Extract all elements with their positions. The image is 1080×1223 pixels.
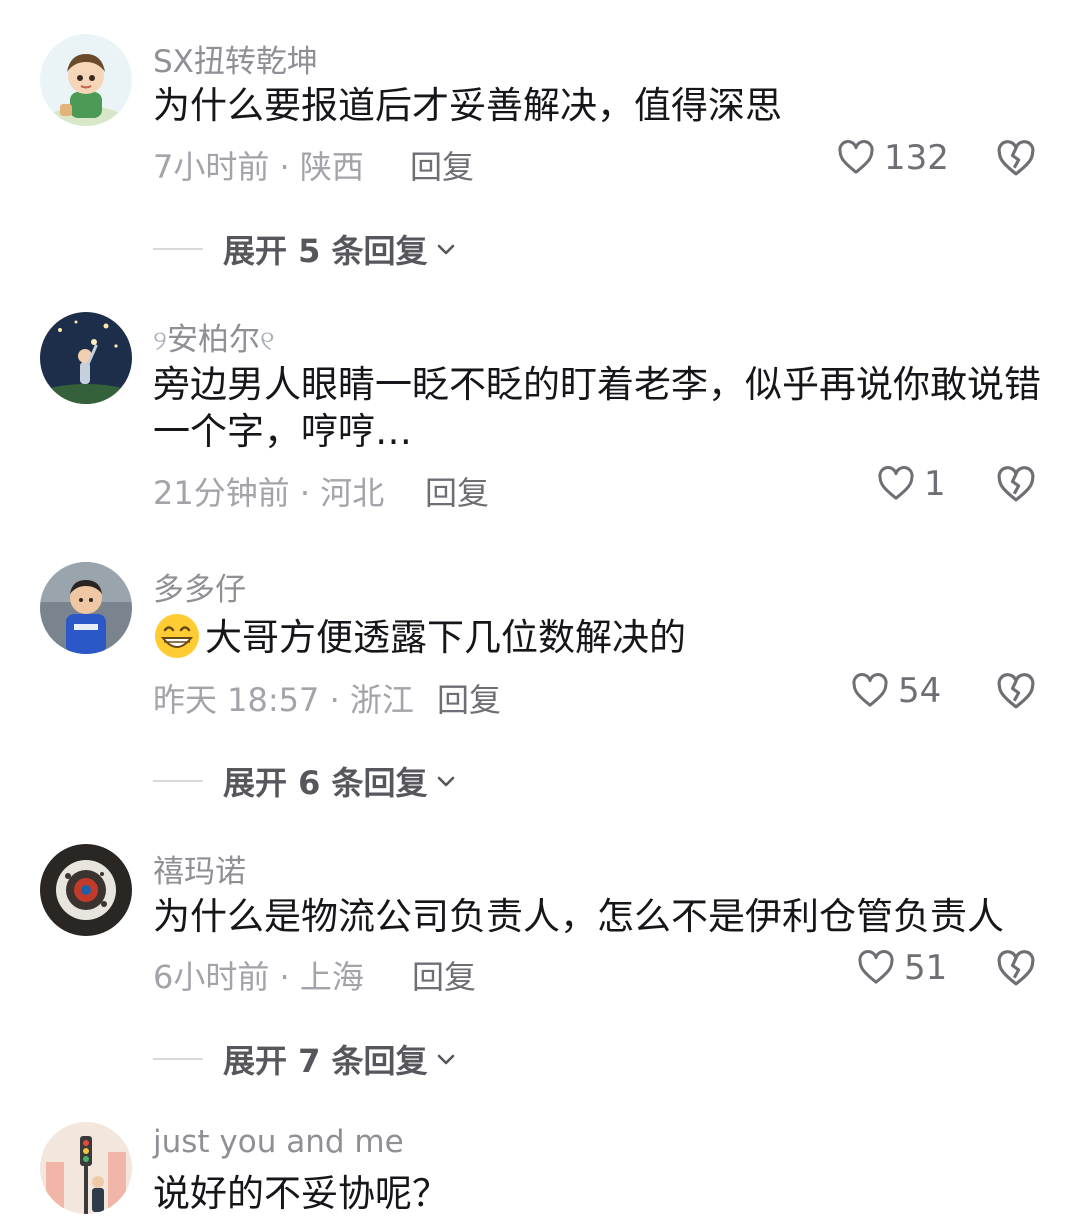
dislike-button[interactable] [995,671,1037,713]
comment-text: 旁边男人眼睛一眨不眨的盯着老李，似乎再说你敢说错一个字，哼哼… [153,363,1041,453]
expand-replies-button[interactable]: 展开 6 条回复 [153,758,458,804]
broken-heart-icon [997,140,1035,176]
like-count: 54 [898,671,942,711]
broken-heart-icon [997,466,1035,502]
comment-username[interactable]: ୨安柏尔୧ [153,314,275,359]
heart-outline-icon [878,466,914,500]
heart-outline-icon [838,140,874,174]
reply-button[interactable]: 回复 [425,468,489,514]
swirl-decoration-icon: ୨ [153,324,167,357]
expand-replies-button[interactable]: 展开 5 条回复 [153,226,458,272]
reply-button[interactable]: 回复 [437,675,501,721]
comment-text-body: 大哥方便透露下几位数解决的 [205,616,686,659]
avatar[interactable] [40,562,132,654]
divider [153,248,203,250]
dislike-button[interactable] [995,138,1037,180]
like-count: 1 [924,464,946,504]
comment-time-location: 6小时前 · 上海 [153,958,364,996]
comment-time-location: 昨天 18:57 · 浙江 [153,681,414,719]
comment-username-text: 安柏尔 [166,322,260,358]
comment-username[interactable]: 禧玛诺 [153,846,246,891]
like-count: 132 [884,138,949,178]
divider [153,1058,203,1060]
like-count: 51 [904,948,948,988]
comment-username[interactable]: 多多仔 [153,564,246,609]
like-button[interactable]: 1 [876,464,946,504]
comment-text: 为什么要报道后才妥善解决，值得深思 [153,84,782,127]
divider [153,780,203,782]
chevron-down-icon [437,1054,454,1065]
expand-replies-label: 展开 5 条回复 [223,232,428,270]
dislike-button[interactable] [995,464,1037,506]
comment-text: 说好的不妥协呢？ [153,1172,449,1215]
avatar[interactable] [40,1122,132,1214]
heart-outline-icon [858,950,894,984]
dislike-button[interactable] [995,948,1037,990]
like-button[interactable]: 54 [850,671,941,711]
reply-button[interactable]: 回复 [412,952,476,998]
comment-username[interactable]: just you and me [153,1124,404,1160]
avatar[interactable] [40,312,132,404]
reply-button[interactable]: 回复 [410,142,474,188]
expand-replies-label: 展开 7 条回复 [223,1042,428,1080]
avatar[interactable] [40,844,132,936]
like-button[interactable]: 51 [856,948,947,988]
heart-outline-icon [852,673,888,707]
avatar[interactable] [40,34,132,126]
comment-time-location: 21分钟前 · 河北 [153,474,385,512]
like-button[interactable]: 132 [836,138,949,178]
swirl-decoration-icon: ୧ [259,324,275,357]
comment-text: 为什么是物流公司负责人，怎么不是伊利仓管负责人 [153,895,1004,938]
expand-replies-label: 展开 6 条回复 [223,764,428,802]
comment-time-location: 7小时前 · 陕西 [153,148,364,186]
expand-replies-button[interactable]: 展开 7 条回复 [153,1036,458,1082]
chevron-down-icon [437,776,454,787]
broken-heart-icon [997,950,1035,986]
broken-heart-icon [997,673,1035,709]
chevron-down-icon [437,244,454,255]
comment-username[interactable]: SX扭转乾坤 [153,36,318,81]
comment-text: 大哥方便透露下几位数解决的 [153,612,1043,661]
grinning-face-emoji [155,614,199,658]
